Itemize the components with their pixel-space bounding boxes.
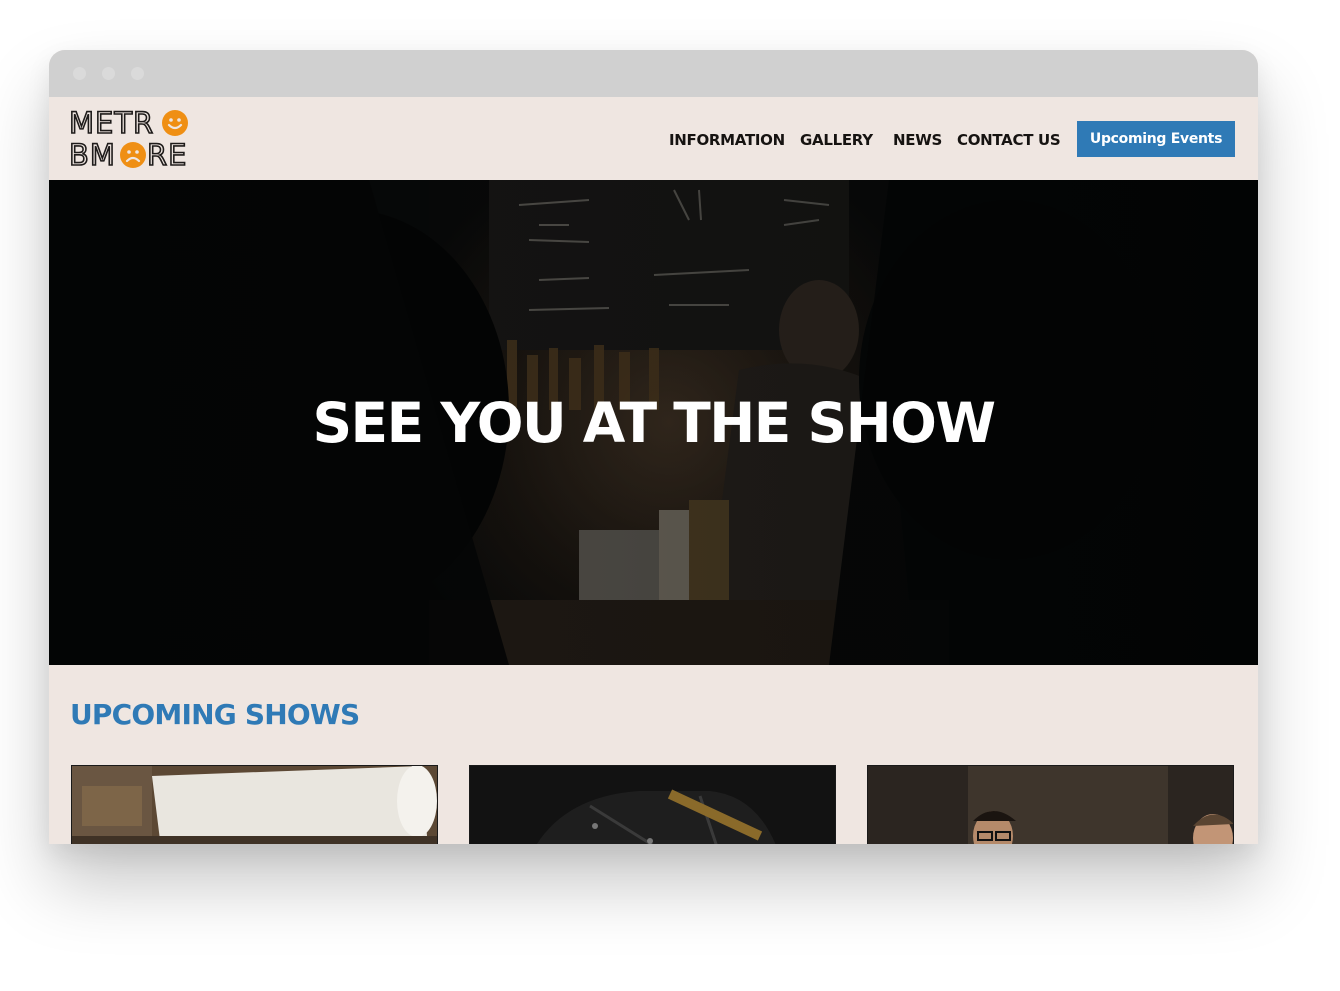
nav-contact-us[interactable]: CONTACT US xyxy=(957,131,1061,149)
hero-banner: SEE YOU AT THE SHOW xyxy=(49,180,1258,665)
browser-titlebar xyxy=(49,50,1258,97)
show-card-2[interactable] xyxy=(469,765,836,844)
logo-line-1: METR xyxy=(68,106,155,140)
nav-gallery[interactable]: GALLERY xyxy=(800,131,873,149)
upcoming-shows-heading: UPCOMING SHOWS xyxy=(70,698,360,731)
show-card-2-image xyxy=(470,766,835,844)
browser-window: METR BM RE INFORMATION GALLERY NEWS CONT… xyxy=(49,50,1258,844)
show-card-3[interactable] xyxy=(867,765,1234,844)
window-minimize-dot[interactable] xyxy=(102,67,115,80)
site-header: METR BM RE INFORMATION GALLERY NEWS CONT… xyxy=(49,97,1258,180)
show-card-1-image xyxy=(72,766,437,844)
logo-line-2b: RE xyxy=(146,138,188,172)
upcoming-events-button[interactable]: Upcoming Events xyxy=(1077,121,1235,157)
hero-title: SEE YOU AT THE SHOW xyxy=(312,391,996,455)
window-maximize-dot[interactable] xyxy=(131,67,144,80)
window-close-dot[interactable] xyxy=(73,67,86,80)
show-card-3-image xyxy=(868,766,1233,844)
show-card-1[interactable] xyxy=(71,765,438,844)
smiley-icon xyxy=(162,110,188,136)
logo-line-2a: BM xyxy=(68,138,116,172)
nav-news[interactable]: NEWS xyxy=(893,131,942,149)
metro-bmore-logo[interactable]: METR BM RE xyxy=(68,106,194,172)
nav-information[interactable]: INFORMATION xyxy=(669,131,785,149)
frown-icon xyxy=(120,142,146,168)
stage: METR BM RE INFORMATION GALLERY NEWS CONT… xyxy=(0,0,1340,991)
